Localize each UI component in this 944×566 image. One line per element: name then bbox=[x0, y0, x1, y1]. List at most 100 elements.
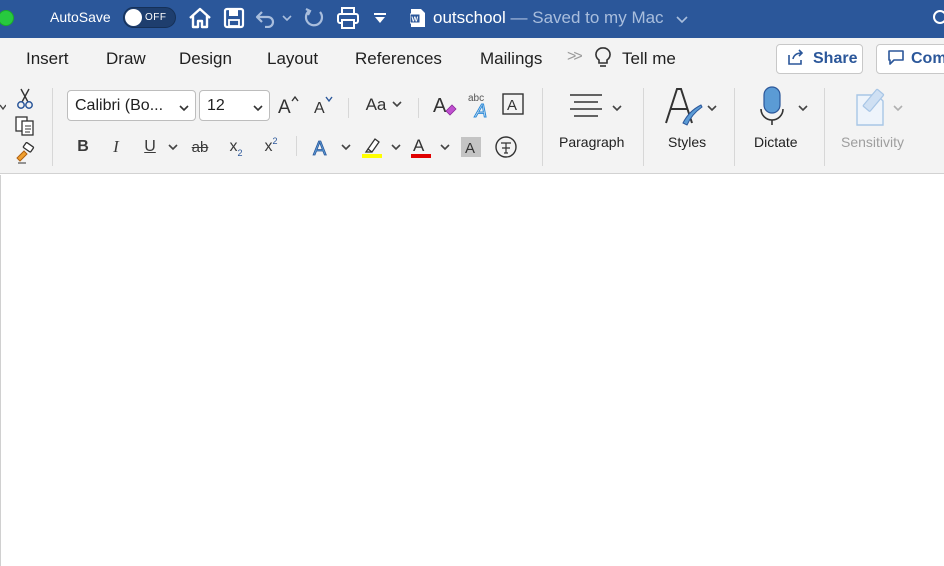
enclose-characters-icon[interactable] bbox=[493, 134, 519, 160]
group-separator bbox=[734, 88, 735, 166]
font-size-combo[interactable]: 12 bbox=[199, 90, 270, 121]
tell-me-search[interactable]: Tell me bbox=[622, 49, 676, 69]
svg-text:A: A bbox=[313, 138, 327, 158]
svg-text:A: A bbox=[314, 100, 325, 116]
comment-icon bbox=[887, 49, 905, 70]
styles-group-button[interactable] bbox=[660, 86, 720, 130]
share-button[interactable]: Share bbox=[776, 44, 863, 74]
font-color-dropdown-chevron-icon[interactable] bbox=[438, 134, 452, 160]
dictate-label[interactable]: Dictate bbox=[754, 134, 798, 150]
styles-icon bbox=[663, 85, 703, 132]
account-icon[interactable] bbox=[933, 10, 944, 24]
document-save-status: — Saved to my Mac bbox=[505, 8, 664, 27]
document-canvas[interactable] bbox=[0, 175, 944, 566]
group-separator bbox=[348, 98, 349, 118]
microphone-icon bbox=[756, 85, 788, 132]
tab-design[interactable]: Design bbox=[179, 49, 232, 69]
group-separator bbox=[824, 88, 825, 166]
chevron-down-icon bbox=[392, 100, 402, 111]
paste-dropdown-chevron-icon[interactable] bbox=[0, 100, 6, 114]
character-border-icon[interactable]: A bbox=[501, 92, 525, 116]
superscript-mark: 2 bbox=[272, 136, 278, 146]
comments-label: Com bbox=[911, 50, 944, 67]
shrink-font-icon[interactable]: A bbox=[311, 92, 335, 118]
highlight-icon[interactable] bbox=[359, 134, 385, 160]
tab-draw[interactable]: Draw bbox=[106, 49, 146, 69]
title-chevron-icon[interactable] bbox=[676, 11, 688, 29]
svg-text:A: A bbox=[278, 97, 291, 116]
text-effects-icon[interactable]: A bbox=[310, 134, 334, 160]
superscript-label: x bbox=[264, 138, 273, 155]
paragraph-label[interactable]: Paragraph bbox=[559, 134, 624, 150]
tabs-overflow-icon[interactable]: >> bbox=[567, 48, 583, 66]
svg-text:A: A bbox=[413, 136, 425, 155]
share-label: Share bbox=[813, 50, 858, 67]
cut-icon[interactable] bbox=[14, 88, 36, 110]
save-icon[interactable] bbox=[221, 5, 247, 31]
svg-text:A: A bbox=[474, 101, 487, 119]
share-icon bbox=[787, 48, 805, 70]
text-effects-dropdown-chevron-icon[interactable] bbox=[339, 134, 353, 160]
styles-label[interactable]: Styles bbox=[668, 134, 706, 150]
chevron-down-icon bbox=[179, 99, 189, 117]
underline-button[interactable]: U bbox=[140, 134, 160, 160]
ribbon-home-panel: Calibri (Bo... 12 A A Aa A abc A A B I U … bbox=[0, 82, 944, 174]
window-zoom-button[interactable] bbox=[0, 10, 14, 26]
copy-icon[interactable] bbox=[13, 115, 37, 137]
tab-layout[interactable]: Layout bbox=[267, 49, 318, 69]
redo-icon[interactable] bbox=[302, 5, 326, 31]
svg-text:A: A bbox=[507, 97, 517, 114]
lightbulb-icon bbox=[594, 46, 612, 75]
paragraph-align-icon bbox=[566, 91, 606, 126]
font-size-value: 12 bbox=[207, 97, 225, 114]
text-effects-abc-icon[interactable]: abc A bbox=[465, 90, 493, 120]
subscript-button[interactable]: x2 bbox=[224, 134, 248, 160]
bold-button[interactable]: B bbox=[73, 134, 93, 160]
chevron-down-icon bbox=[612, 99, 622, 117]
home-icon[interactable] bbox=[187, 5, 213, 31]
format-painter-icon[interactable] bbox=[13, 142, 37, 164]
italic-button[interactable]: I bbox=[106, 134, 126, 160]
paragraph-group-button[interactable] bbox=[562, 88, 626, 128]
tab-mailings[interactable]: Mailings bbox=[480, 49, 542, 69]
chevron-down-icon bbox=[893, 99, 903, 117]
sensitivity-label: Sensitivity bbox=[841, 134, 905, 150]
change-case-button[interactable]: Aa bbox=[362, 92, 406, 118]
character-shading-icon[interactable]: A bbox=[460, 134, 482, 160]
undo-icon[interactable] bbox=[254, 5, 276, 31]
superscript-button[interactable]: x2 bbox=[259, 134, 283, 160]
chevron-down-icon bbox=[707, 99, 717, 117]
group-separator bbox=[643, 88, 644, 166]
sensitivity-button[interactable] bbox=[848, 86, 908, 130]
highlight-dropdown-chevron-icon[interactable] bbox=[389, 134, 403, 160]
grow-font-icon[interactable]: A bbox=[276, 92, 302, 118]
undo-dropdown-chevron-icon[interactable] bbox=[280, 5, 294, 31]
ribbon-tab-bar: Insert Draw Design Layout References Mai… bbox=[0, 38, 944, 82]
subscript-label: x bbox=[229, 138, 238, 155]
svg-text:W: W bbox=[412, 17, 419, 24]
tab-insert[interactable]: Insert bbox=[26, 49, 69, 69]
underline-dropdown-chevron-icon[interactable] bbox=[166, 134, 180, 160]
word-doc-icon: W bbox=[409, 8, 426, 28]
svg-text:A: A bbox=[433, 95, 447, 117]
chevron-down-icon bbox=[253, 99, 263, 117]
toggle-knob bbox=[125, 9, 142, 26]
comments-button[interactable]: Com bbox=[876, 44, 944, 74]
document-title[interactable]: outschool — Saved to my Mac bbox=[433, 8, 664, 28]
svg-text:A: A bbox=[465, 140, 475, 157]
subscript-mark: 2 bbox=[237, 148, 243, 158]
autosave-label: AutoSave bbox=[50, 9, 111, 25]
customize-toolbar-icon[interactable] bbox=[370, 5, 390, 31]
document-name: outschool bbox=[433, 8, 506, 27]
change-case-label: Aa bbox=[365, 95, 387, 114]
font-color-icon[interactable]: A bbox=[408, 134, 434, 160]
print-icon[interactable] bbox=[335, 5, 361, 31]
strikethrough-button[interactable]: ab bbox=[188, 134, 212, 160]
clear-formatting-icon[interactable]: A bbox=[431, 91, 459, 119]
tab-references[interactable]: References bbox=[355, 49, 442, 69]
dictate-button[interactable] bbox=[752, 85, 812, 132]
sensitivity-icon bbox=[853, 85, 891, 132]
font-name-combo[interactable]: Calibri (Bo... bbox=[67, 90, 196, 121]
chevron-down-icon bbox=[798, 99, 808, 117]
autosave-toggle[interactable]: OFF bbox=[123, 7, 176, 28]
